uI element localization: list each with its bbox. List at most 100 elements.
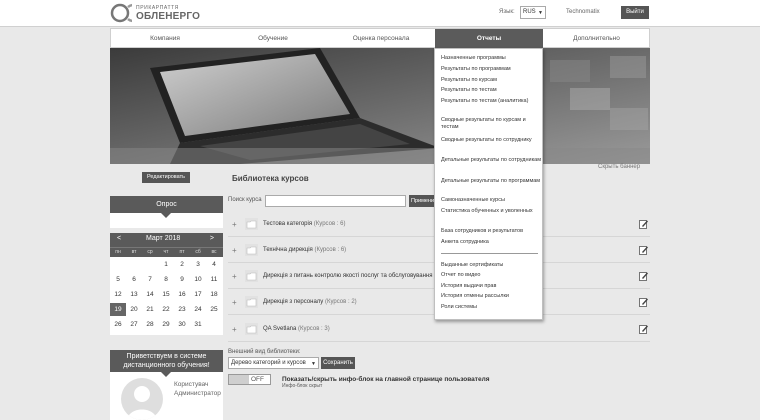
laptop-illustration xyxy=(110,48,650,164)
banner-image xyxy=(110,48,650,164)
calendar-day[interactable]: 2 xyxy=(174,261,190,268)
save-button[interactable]: Сохранить xyxy=(321,357,355,369)
avatar[interactable] xyxy=(121,378,163,420)
reports-menu-item[interactable]: Назначенные программы xyxy=(441,55,541,62)
calendar: < Март 2018 > пн вт ср чт пт сб вс 12345… xyxy=(110,233,223,335)
reports-menu-item[interactable]: Статистика обученных и уволенных xyxy=(441,208,541,215)
reports-menu-item[interactable]: Результаты по курсам xyxy=(441,77,541,84)
calendar-day[interactable]: 19 xyxy=(110,303,126,316)
reports-menu-item[interactable]: История выдачи прав xyxy=(441,283,541,290)
calendar-day[interactable]: 11 xyxy=(206,276,222,283)
calendar-day[interactable]: 17 xyxy=(190,291,206,298)
calendar-day[interactable]: 15 xyxy=(158,291,174,298)
edit-icon[interactable] xyxy=(639,271,648,281)
category-title: Тестова категорія xyxy=(263,221,313,227)
reports-menu-item[interactable]: Результаты по тестам (аналитика) xyxy=(441,98,541,105)
expand-icon[interactable]: + xyxy=(232,325,237,334)
edit-button[interactable]: Редактировать xyxy=(142,172,190,183)
calendar-day[interactable]: 21 xyxy=(142,306,158,313)
view-select[interactable]: Дерево категорий и курсов ▼ xyxy=(228,357,319,369)
reports-menu-item[interactable]: Результаты по тестам xyxy=(441,87,541,94)
category-row[interactable]: + QA Svetlana (Курсов : 3) xyxy=(228,318,650,342)
reports-menu-item[interactable]: Отчет по видео xyxy=(441,272,541,279)
nav-reports[interactable]: Отчеты xyxy=(435,29,543,48)
calendar-day[interactable]: 25 xyxy=(206,306,222,313)
category-count: (Курсов : 6) xyxy=(313,221,346,227)
nav-assessment[interactable]: Оценка персонала xyxy=(327,29,435,48)
calendar-day[interactable]: 23 xyxy=(174,306,190,313)
category-count: (Курсов : 6) xyxy=(314,247,347,253)
calendar-day[interactable]: 7 xyxy=(142,276,158,283)
reports-menu-item[interactable]: Результаты по программам xyxy=(441,66,541,73)
calendar-day[interactable]: 6 xyxy=(126,276,142,283)
calendar-day[interactable]: 12 xyxy=(110,291,126,298)
reports-menu-item[interactable]: Детальные результаты по сотрудникам xyxy=(441,157,541,164)
reports-menu-item[interactable]: Детальные результаты по программам xyxy=(441,178,541,185)
calendar-day[interactable]: 13 xyxy=(126,291,142,298)
calendar-day[interactable]: 27 xyxy=(126,321,142,328)
edit-icon[interactable] xyxy=(639,245,648,255)
calendar-day[interactable]: 3 xyxy=(190,261,206,268)
calendar-day[interactable]: 4 xyxy=(206,261,222,268)
reports-menu-item[interactable]: Сводные результаты по курсам и тестам xyxy=(441,117,541,131)
expand-icon[interactable]: + xyxy=(232,246,237,255)
folder-icon xyxy=(245,296,258,308)
username[interactable]: Technomatix xyxy=(566,9,600,15)
edit-icon[interactable] xyxy=(639,324,648,334)
calendar-day[interactable]: 8 xyxy=(158,276,174,283)
chevron-left-icon[interactable]: < xyxy=(117,235,121,242)
edit-icon[interactable] xyxy=(639,297,648,307)
nav-company[interactable]: Компания xyxy=(111,29,219,48)
language-select[interactable]: RUS ▼ xyxy=(520,6,546,19)
reports-menu-item[interactable]: Сводные результаты по сотруднику xyxy=(441,137,541,144)
calendar-day[interactable]: 22 xyxy=(158,306,174,313)
calendar-day[interactable]: 9 xyxy=(174,276,190,283)
nav-more[interactable]: Дополнительно xyxy=(543,29,650,48)
calendar-day[interactable]: 31 xyxy=(190,321,206,328)
calendar-day[interactable]: 1 xyxy=(158,261,174,268)
category-name[interactable]: QA Svetlana (Курсов : 3) xyxy=(263,326,330,332)
chevron-right-icon[interactable]: > xyxy=(210,235,214,242)
category-name[interactable]: Технічна дирекція (Курсов : 6) xyxy=(263,247,346,253)
reports-menu-item[interactable]: Выданные сертификаты xyxy=(441,262,541,269)
calendar-day[interactable]: 30 xyxy=(174,321,190,328)
search-input[interactable] xyxy=(265,195,406,207)
language-value: RUS xyxy=(523,9,536,15)
calendar-day[interactable]: 20 xyxy=(126,306,142,313)
reports-menu-item[interactable]: Роли системы xyxy=(441,304,541,311)
calendar-day[interactable]: 18 xyxy=(206,291,222,298)
weekday-label: вс xyxy=(211,249,217,255)
welcome-pointer xyxy=(161,372,171,377)
logout-button[interactable]: Выйти xyxy=(621,6,649,19)
expand-icon[interactable]: + xyxy=(232,272,237,281)
reports-menu-item[interactable]: Самоназначенные курсы xyxy=(441,197,541,204)
category-name[interactable]: Тестова категорія (Курсов : 6) xyxy=(263,221,345,227)
category-name[interactable]: Дирекція з питань контролю якості послуг… xyxy=(263,273,433,279)
reports-menu-item[interactable]: Анкета сотрудника xyxy=(441,239,541,246)
chevron-down-icon: ▼ xyxy=(538,10,543,16)
expand-icon[interactable]: + xyxy=(232,220,237,229)
calendar-day[interactable]: 26 xyxy=(110,321,126,328)
folder-icon xyxy=(245,244,258,256)
company-logo-icon xyxy=(110,3,132,23)
reports-dropdown: Назначенные программы Результаты по прогр… xyxy=(434,48,543,320)
infoblock-toggle[interactable]: OFF xyxy=(228,374,271,385)
nav-training[interactable]: Обучение xyxy=(219,29,327,48)
apply-button[interactable]: Применить xyxy=(409,195,437,207)
edit-icon[interactable] xyxy=(639,219,648,229)
calendar-month: Март 2018 xyxy=(146,235,181,242)
calendar-day[interactable]: 10 xyxy=(190,276,206,283)
calendar-day[interactable]: 29 xyxy=(158,321,174,328)
hide-banner-link[interactable]: Скрыть баннер xyxy=(598,164,640,170)
weekday-label: чт xyxy=(163,249,169,255)
reports-menu-item[interactable]: История отмены рассылки xyxy=(441,293,541,300)
reports-menu-item[interactable]: База сотрудников и результатов xyxy=(441,228,541,235)
main-nav: Компания Обучение Оценка персонала Отчет… xyxy=(110,28,650,48)
calendar-day[interactable]: 5 xyxy=(110,276,126,283)
expand-icon[interactable]: + xyxy=(232,298,237,307)
calendar-day[interactable]: 16 xyxy=(174,291,190,298)
category-name[interactable]: Дирекція з персоналу (Курсов : 2) xyxy=(263,299,357,305)
calendar-day[interactable]: 28 xyxy=(142,321,158,328)
calendar-day[interactable]: 24 xyxy=(190,306,206,313)
calendar-day[interactable]: 14 xyxy=(142,291,158,298)
